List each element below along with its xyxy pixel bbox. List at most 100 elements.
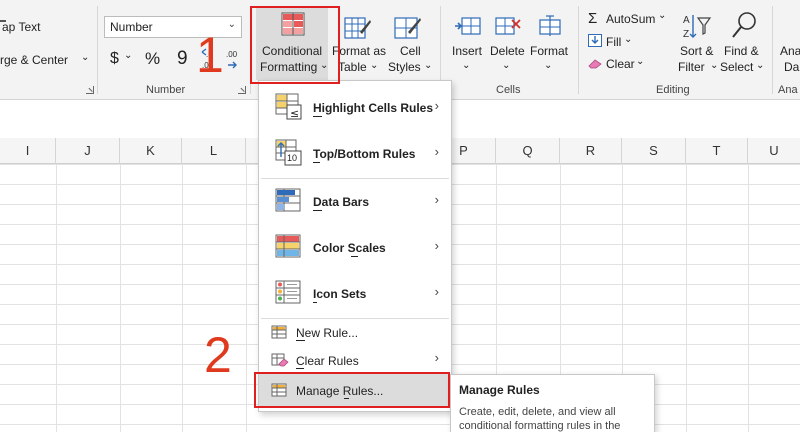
mnemonic-underline <box>296 368 304 369</box>
menu-item-data-bars[interactable]: Data Bars › <box>259 179 451 225</box>
menu-item-new-rule[interactable]: New Rule... <box>259 319 451 345</box>
delete-cells-icon <box>494 14 522 38</box>
icon-sets-icon <box>275 279 303 307</box>
tooltip-title: Manage Rules <box>459 383 540 397</box>
step-number-1: 1 <box>196 27 224 83</box>
currency-button[interactable]: $ <box>110 50 119 68</box>
tooltip-body-line-1: Create, edit, delete, and view all <box>459 406 616 418</box>
mnemonic-underline <box>313 116 322 117</box>
column-header[interactable]: J <box>56 138 120 164</box>
column-header[interactable]: K <box>120 138 182 164</box>
autosum-icon: Σ <box>588 10 598 27</box>
column-header[interactable]: R <box>560 138 622 164</box>
chevron-right-icon: › <box>434 238 439 253</box>
menu-item-label: Icon Sets <box>313 287 367 301</box>
mnemonic-underline <box>351 256 358 257</box>
new-rule-icon <box>271 324 287 340</box>
menu-item-label: Highlight Cells Rules <box>313 101 434 115</box>
column-header[interactable]: U <box>748 138 800 164</box>
clear-chevron-icon[interactable]: ⌄ <box>636 56 644 67</box>
cell-styles-label-2: Styles <box>388 60 421 74</box>
comma-button[interactable]: 9 <box>177 48 188 70</box>
menu-item-label: Color Scales <box>313 241 386 255</box>
fill-button[interactable]: Fill <box>606 35 621 49</box>
top-bottom-icon-number: 10 <box>287 153 298 163</box>
manage-rules-tooltip: Manage Rules Create, edit, delete, and v… <box>450 374 655 432</box>
mnemonic-underline <box>313 162 320 163</box>
cells-group-label: Cells <box>496 84 521 96</box>
insert-button[interactable]: Insert ⌄ <box>448 8 488 74</box>
column-header[interactable]: Q <box>496 138 560 164</box>
menu-item-clear-rules[interactable]: Clear Rules › <box>259 347 451 373</box>
chevron-down-icon: ⌄ <box>710 60 719 71</box>
chevron-down-icon: ⌄ <box>756 60 765 71</box>
menu-item-top-bottom-rules[interactable]: 10 Top/Bottom Rules › <box>259 131 451 177</box>
autosum-button[interactable]: AutoSum <box>606 12 655 26</box>
chevron-down-icon: ⌄ <box>424 60 433 71</box>
column-header[interactable]: T <box>686 138 748 164</box>
delete-label: Delete <box>490 44 525 58</box>
alignment-launcher-icon[interactable] <box>86 86 94 94</box>
data-bars-icon <box>275 187 303 215</box>
menu-item-label: Top/Bottom Rules <box>313 147 416 161</box>
number-launcher-icon[interactable] <box>238 86 246 94</box>
insert-cells-icon <box>454 14 482 38</box>
menu-item-label: Clear Rules <box>296 354 359 368</box>
mnemonic-underline <box>313 302 317 303</box>
clear-button[interactable]: Clear <box>606 57 635 71</box>
column-header[interactable]: L <box>182 138 246 164</box>
eraser-icon <box>588 58 602 69</box>
wrap-text-button[interactable]: ap Text <box>2 20 40 34</box>
sort-filter-label-1: Sort & <box>680 44 714 58</box>
format-cells-icon <box>536 14 564 38</box>
cell-styles-label-1: Cell <box>400 44 421 58</box>
column-header[interactable]: I <box>0 138 56 164</box>
grid-line <box>182 164 183 432</box>
merge-center-button[interactable]: rge & Center <box>0 53 68 67</box>
top-bottom-icon: 10 <box>275 139 303 167</box>
percent-button[interactable]: % <box>145 49 160 69</box>
svg-text:.00: .00 <box>226 50 238 59</box>
analyze-data-label-2[interactable]: Da <box>784 60 799 74</box>
format-as-table-icon <box>344 14 372 40</box>
menu-item-icon-sets[interactable]: Icon Sets › <box>259 271 451 317</box>
sort-filter-button[interactable]: A Z Sort & Filter ⌄ <box>674 8 720 80</box>
number-format-value: Number <box>110 20 153 34</box>
cell-styles-button[interactable]: Cell Styles ⌄ <box>386 8 432 80</box>
fill-chevron-icon[interactable]: ⌄ <box>624 34 632 45</box>
sort-filter-label-2: Filter <box>678 60 705 74</box>
autosum-chevron-icon[interactable]: ⌄ <box>658 10 666 21</box>
currency-chevron-icon[interactable]: ⌄ <box>124 50 132 61</box>
menu-item-label: New Rule... <box>296 326 359 340</box>
format-label: Format <box>530 44 569 58</box>
sort-filter-icon: A Z <box>682 12 712 40</box>
chevron-down-icon: ⌄ <box>544 60 553 71</box>
mnemonic-underline <box>296 340 305 341</box>
mnemonic-underline <box>313 210 322 211</box>
analyze-data-label-1[interactable]: Ana <box>780 44 800 58</box>
format-button[interactable]: Format ⌄ <box>528 8 572 74</box>
delete-button[interactable]: Delete ⌄ <box>488 8 528 74</box>
decrease-decimal-icon[interactable]: .00 <box>224 48 242 70</box>
grid-line <box>120 164 121 432</box>
menu-item-highlight-cells-rules[interactable]: ≤ Highlight Cells Rules › <box>259 85 451 131</box>
menu-item-color-scales[interactable]: Color Scales › <box>259 225 451 271</box>
column-header[interactable]: S <box>622 138 686 164</box>
number-group-label: Number <box>146 84 186 96</box>
format-as-table-button[interactable]: Format as Table ⌄ <box>332 8 386 80</box>
find-select-label-2: Select <box>720 60 754 74</box>
chevron-right-icon: › <box>434 350 439 365</box>
chevron-right-icon: › <box>434 144 439 159</box>
grid-line <box>748 164 749 432</box>
svg-text:A: A <box>683 15 690 26</box>
format-as-table-label-2: Table <box>338 60 367 74</box>
find-select-button[interactable]: Find & Select ⌄ <box>720 8 766 80</box>
cell-styles-icon <box>394 14 422 40</box>
chevron-right-icon: › <box>434 284 439 299</box>
tooltip-body-line-2: conditional formatting rules in the <box>459 420 621 432</box>
grid-line <box>686 164 687 432</box>
chevron-down-icon: ⌄ <box>370 60 379 71</box>
format-as-table-label-1: Format as <box>332 44 387 58</box>
merge-center-chevron-icon[interactable]: ⌄ <box>81 52 89 63</box>
find-select-label-1: Find & <box>724 44 759 58</box>
